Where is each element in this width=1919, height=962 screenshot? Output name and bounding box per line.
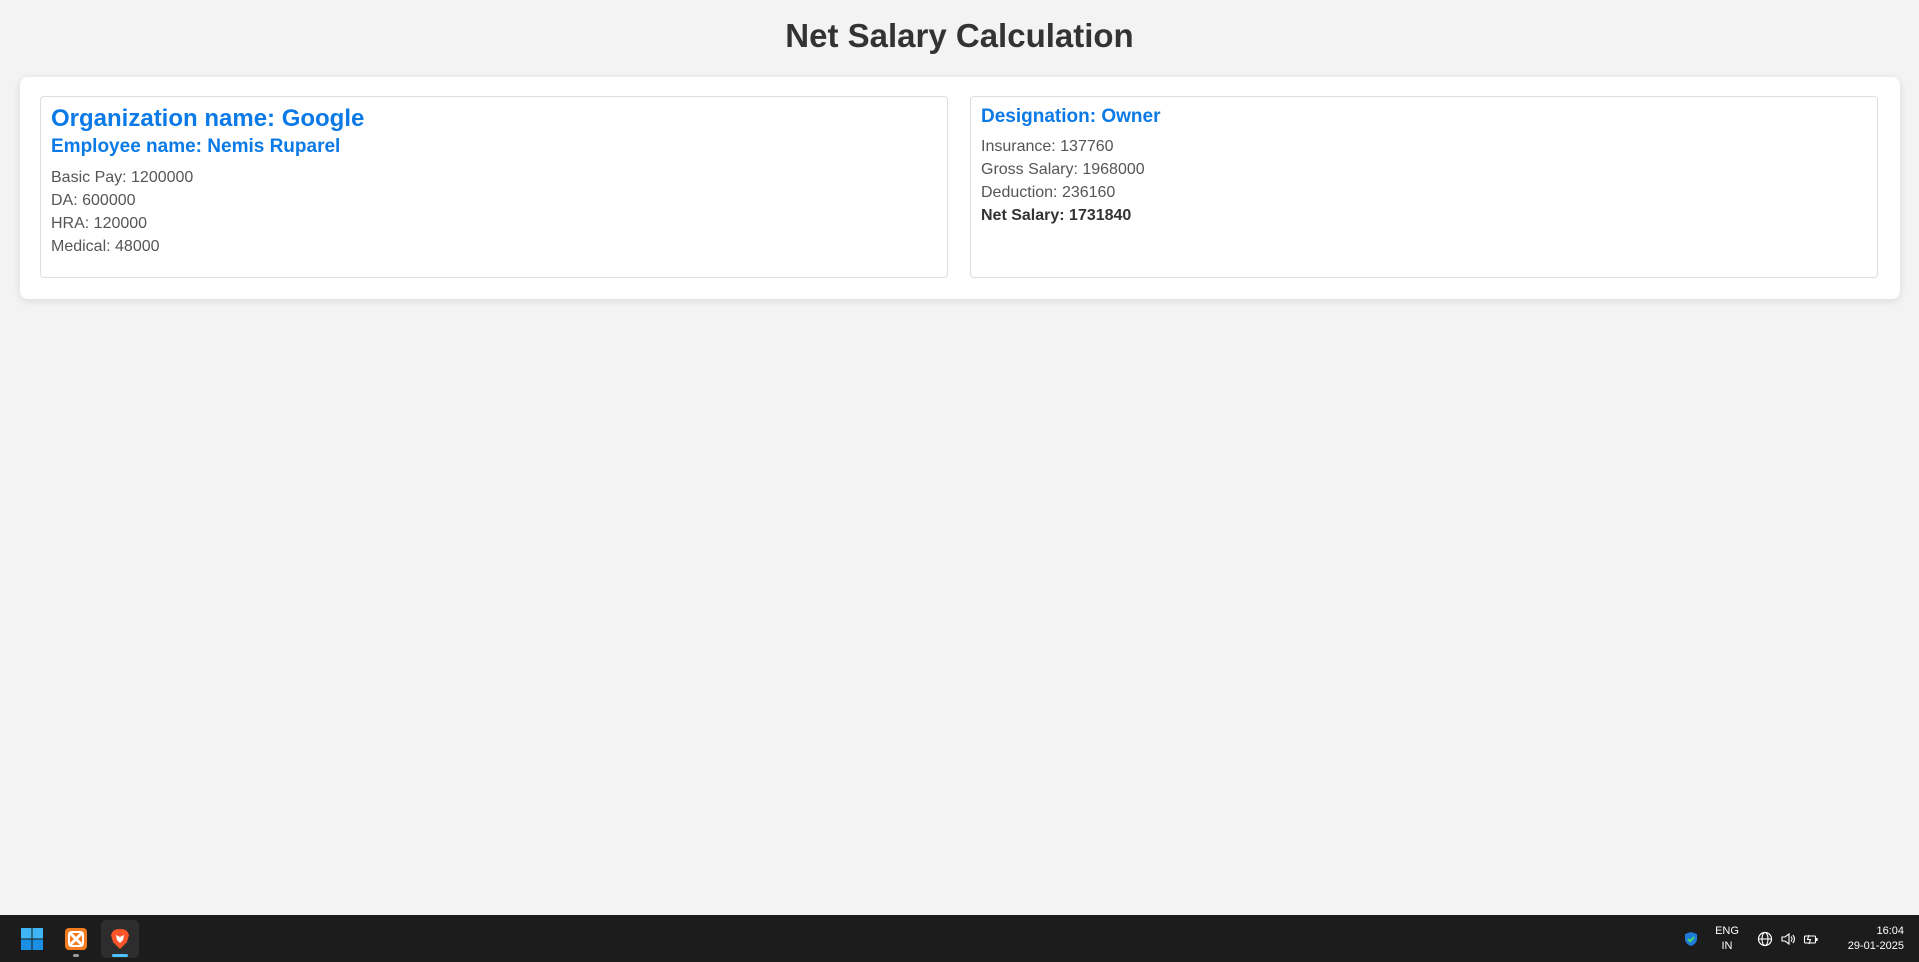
insurance-value: Insurance: 137760 <box>981 138 1114 155</box>
employee-card: Organization name: Google Employee name:… <box>40 96 948 278</box>
gross-salary-value: Gross Salary: 1968000 <box>981 161 1145 178</box>
designation: Designation: Owner <box>981 106 1161 127</box>
page-title: Net Salary Calculation <box>785 17 1134 54</box>
running-indicator <box>73 954 79 957</box>
language-indicator[interactable]: ENG IN <box>1709 924 1745 954</box>
employee-name: Employee name: Nemis Ruparel <box>51 136 341 157</box>
language-code: ENG <box>1715 925 1739 937</box>
clock[interactable]: 16:04 29-01-2025 <box>1832 924 1904 954</box>
brave-browser-icon <box>111 929 129 949</box>
organization-name: Organization name: Google <box>51 105 365 132</box>
xampp-icon <box>65 928 87 950</box>
start-button[interactable] <box>13 920 51 958</box>
salary-card: Designation: Owner Insurance: 137760 Gro… <box>970 96 1878 278</box>
taskbar-app-brave[interactable] <box>101 920 139 958</box>
clock-date: 29-01-2025 <box>1847 940 1904 952</box>
da-value: DA: 600000 <box>51 192 136 209</box>
basic-pay: Basic Pay: 1200000 <box>51 169 194 186</box>
region-code: IN <box>1721 940 1733 952</box>
taskbar-app-xampp[interactable] <box>57 920 95 958</box>
hra-value: HRA: 120000 <box>51 215 148 232</box>
security-shield-icon[interactable] <box>1683 931 1699 947</box>
taskbar: ENG IN 16:04 29-01-2025 <box>0 915 1919 962</box>
battery-icon[interactable] <box>1803 931 1819 947</box>
deduction-value: Deduction: 236160 <box>981 184 1116 201</box>
net-salary-value: Net Salary: 1731840 <box>981 207 1132 224</box>
salary-container: Organization name: Google Employee name:… <box>20 77 1900 299</box>
medical-value: Medical: 48000 <box>51 238 160 255</box>
start-icon <box>21 928 43 950</box>
network-globe-icon[interactable] <box>1757 931 1773 947</box>
volume-icon[interactable] <box>1780 931 1796 947</box>
active-indicator <box>112 954 128 957</box>
clock-time: 16:04 <box>1876 925 1904 937</box>
page: Net Salary Calculation Organization name… <box>0 0 1919 915</box>
